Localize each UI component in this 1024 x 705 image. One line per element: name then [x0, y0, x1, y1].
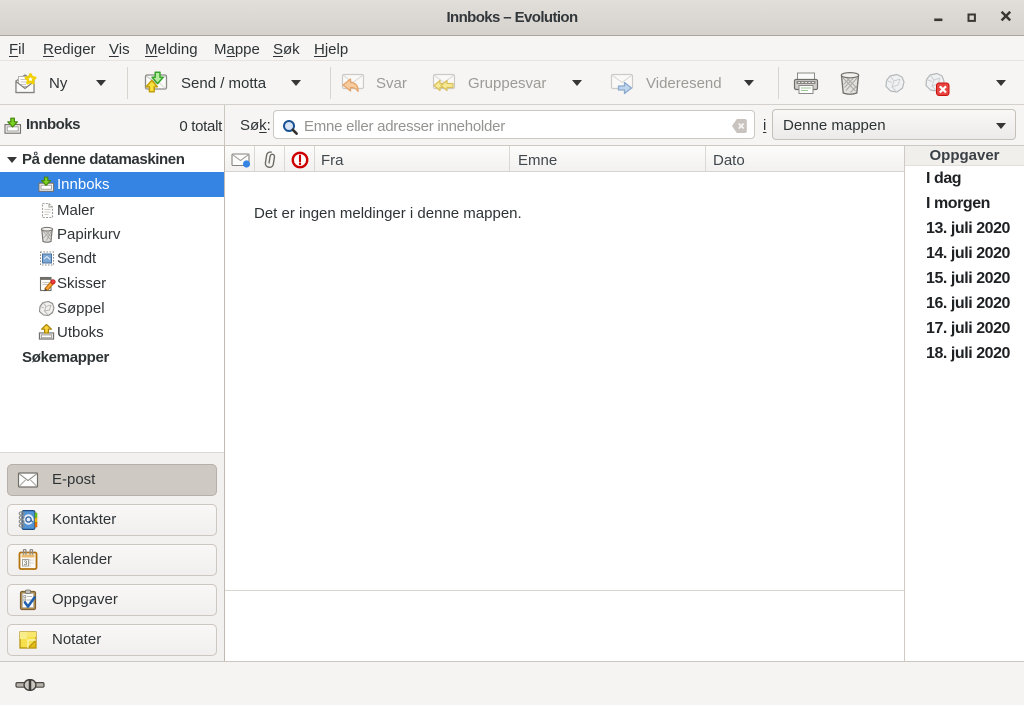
svg-text:3: 3	[24, 560, 28, 567]
